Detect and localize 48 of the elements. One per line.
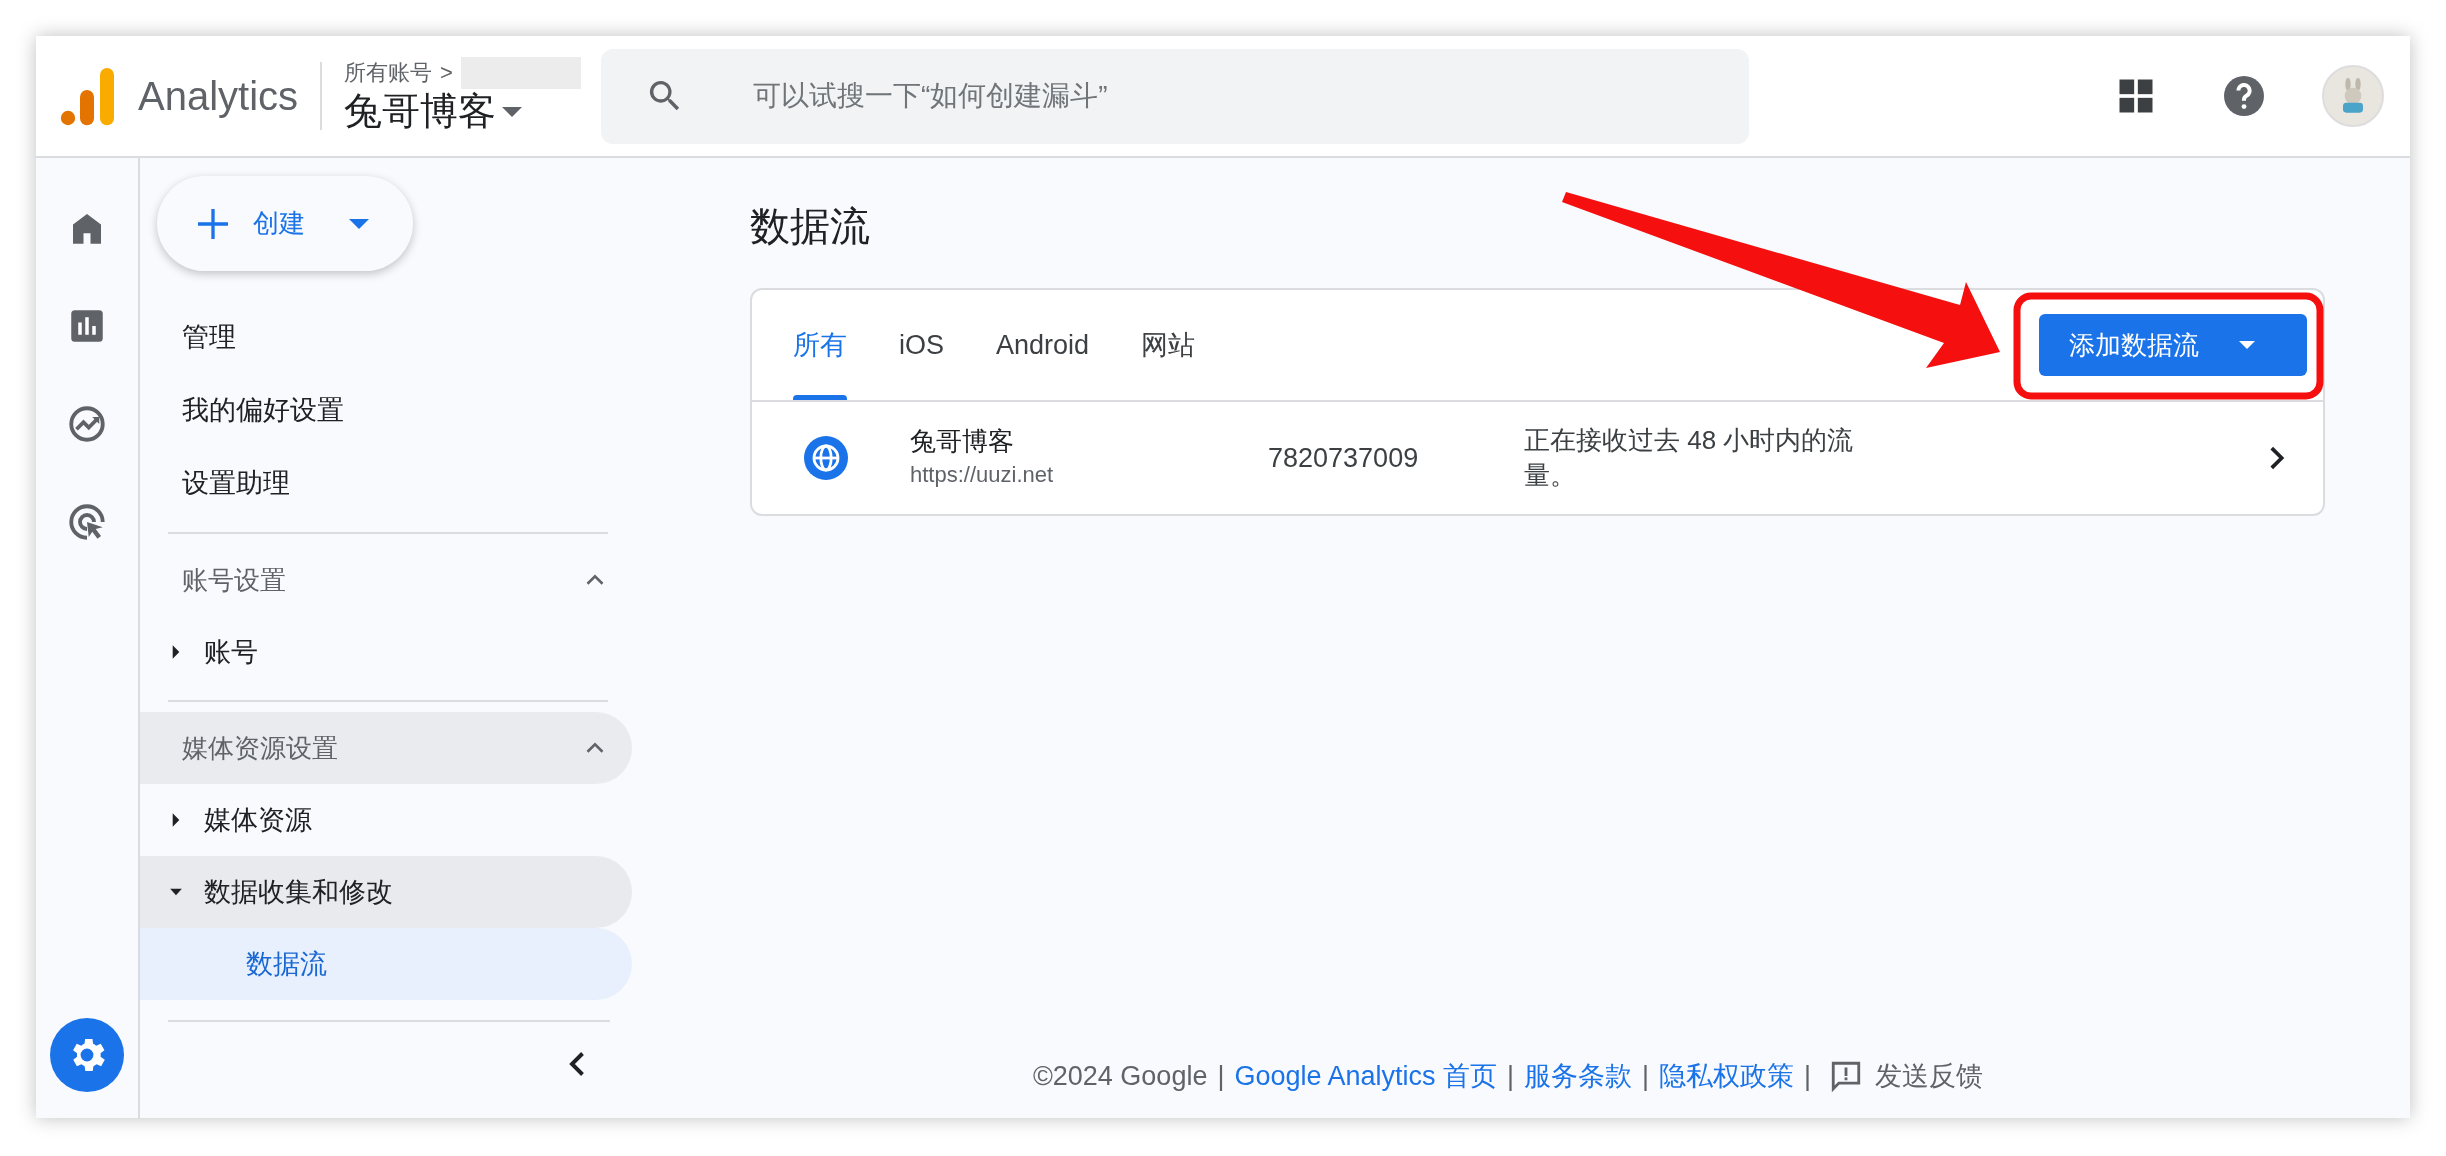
caret-icon [2239,341,2255,349]
create-button[interactable]: 创建 [157,176,413,271]
nav-item[interactable]: 数据收集和修改 [140,856,632,928]
tab[interactable]: iOS [878,290,965,400]
analytics-logo-icon [60,66,116,126]
search-input[interactable]: 可以试搜一下“如何创建漏斗” [750,74,1749,118]
menu-item[interactable]: 设置助理 [140,447,640,520]
stream-name: 兔哥博客 [910,424,1015,458]
footer-separator: | [1804,1059,1812,1093]
stream-id: 7820737009 [1268,441,1420,475]
globe-icon [802,434,850,482]
tab[interactable]: 网站 [1120,290,1217,400]
nav-item-label: 数据收集和修改 [204,875,393,909]
caret-icon [349,218,369,229]
stream-row[interactable]: 兔哥博客 https://uuzi.net 7820737009 正在接收过去 48 小时内的流量。 [752,402,2323,514]
section-header[interactable]: 媒体资源设置 [140,712,632,784]
product-name: Analytics [138,73,299,120]
footer-link[interactable]: 隐私权政策 [1659,1055,1795,1096]
nav-subitem[interactable]: 数据流 [140,928,632,1000]
trend-chart-icon [66,403,108,445]
nav-item[interactable]: 媒体资源 [140,784,632,856]
breadcrumb-separator: > [440,61,453,86]
tab[interactable]: 所有 [772,290,868,400]
footer-link[interactable]: 服务条款 [1524,1055,1633,1096]
feedback-button[interactable]: 发送反馈 [1829,1055,1984,1096]
page-title: 数据流 [750,203,871,250]
nav-item[interactable]: 账号 [140,616,632,688]
footer-link[interactable]: Google Analytics 首页 [1234,1055,1498,1096]
section-header[interactable]: 账号设置 [140,544,632,616]
nav-item-label: 媒体资源 [204,803,312,837]
footer-separator: | [1217,1059,1225,1093]
footer-separator: | [1507,1059,1515,1093]
stream-url: https://uuzi.net [910,461,1055,490]
account-selector[interactable]: 兔哥博客 [344,89,581,135]
tab[interactable]: Android [975,290,1111,400]
footer-separator: | [1642,1059,1650,1093]
add-stream-button[interactable]: 添加数据流 [2039,314,2307,376]
search-field[interactable]: 可以试搜一下“如何创建漏斗” [600,48,1749,144]
section-title: 媒体资源设置 [182,731,338,765]
menu-item[interactable]: 我的偏好设置 [140,374,640,447]
copyright-text: ©2024 Google [1032,1059,1208,1093]
menu-item[interactable]: 管理 [140,301,640,374]
section-title: 账号设置 [182,563,286,597]
stream-status: 正在接收过去 48 小时内的流量。 [1524,423,1855,492]
caret-icon [502,107,523,117]
breadcrumb-link[interactable]: 所有账号 [344,61,433,86]
nav-item-label: 账号 [204,635,258,669]
target-cursor-icon [66,501,108,543]
